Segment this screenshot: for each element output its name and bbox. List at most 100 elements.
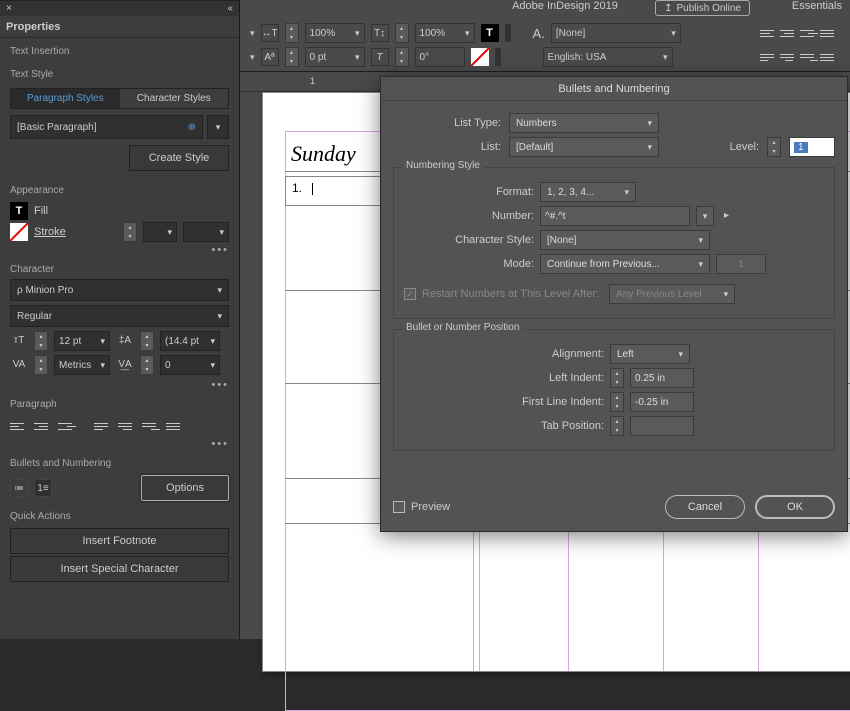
list-type-select[interactable]: Numbers [509, 113, 659, 133]
format-select[interactable]: 1, 2, 3, 4... [540, 182, 636, 202]
stroke-swatch[interactable] [10, 223, 28, 241]
dropdown-icon[interactable] [250, 51, 255, 63]
p-align-right[interactable] [58, 418, 76, 434]
dropdown-icon[interactable] [250, 27, 255, 39]
appearance-more-icon[interactable]: ••• [0, 244, 239, 256]
tracking-stepper[interactable]: ▴▾ [140, 355, 154, 375]
kerning-select[interactable]: Metrics [54, 355, 110, 375]
kerning-icon: VA [10, 355, 28, 373]
leading-icon: ‡A [116, 331, 134, 349]
align-center-button[interactable] [780, 25, 798, 41]
align-left-button[interactable] [760, 25, 778, 41]
numbering-style-legend: Numbering Style [402, 160, 484, 171]
paragraph-align-group [756, 25, 842, 41]
baseline-stepper[interactable]: ▴▾ [285, 47, 299, 67]
stroke-weight-select[interactable] [143, 222, 177, 242]
panel-title: Properties [0, 16, 239, 38]
leading-stepper[interactable]: ▴▾ [140, 331, 154, 351]
first-line-indent-label: First Line Indent: [404, 396, 604, 408]
tab-position-input[interactable] [630, 416, 694, 436]
p-justify-center[interactable] [118, 418, 136, 434]
insert-special-char-button[interactable]: Insert Special Character [10, 556, 229, 582]
tracking-icon: V͟A [116, 355, 134, 373]
font-select[interactable]: ρ Minion Pro [10, 279, 229, 301]
swatch-pointer-icon [495, 48, 501, 66]
left-indent-input[interactable]: 0.25 in [630, 368, 694, 388]
panel-close-icon[interactable]: × « [0, 0, 239, 16]
cancel-button[interactable]: Cancel [665, 495, 745, 519]
language-select[interactable]: English: USA [543, 47, 673, 67]
number-input[interactable]: ^#.^t [540, 206, 690, 226]
text-fill-swatch[interactable]: T [481, 24, 499, 42]
character-more-icon[interactable]: ••• [0, 379, 239, 391]
kerning-stepper[interactable]: ▴▾ [34, 355, 48, 375]
options-button[interactable]: Options [141, 475, 229, 501]
stroke-label[interactable]: Stroke [34, 226, 66, 238]
workspace-switcher[interactable]: Essentials [792, 0, 842, 12]
charstyle-select[interactable]: [None] [551, 23, 681, 43]
ok-button[interactable]: OK [755, 495, 835, 519]
mode-select[interactable]: Continue from Previous... [540, 254, 710, 274]
new-style-icon[interactable]: ⊕ [188, 122, 196, 133]
leading-select[interactable]: (14.4 pt [160, 331, 220, 351]
p-justify-all[interactable] [166, 418, 184, 434]
first-line-indent-stepper[interactable]: ▴▾ [610, 392, 624, 412]
stroke-weight-stepper[interactable]: ▴▾ [123, 222, 137, 242]
kerning-value: Metrics [59, 360, 91, 371]
justify-right-button[interactable] [800, 49, 818, 65]
zoom2-stepper[interactable]: ▴▾ [395, 23, 409, 43]
baseline-shift-icon: Aª [261, 48, 279, 66]
number-label: Number: [404, 210, 534, 222]
size-value: 12 pt [59, 336, 81, 347]
position-legend: Bullet or Number Position [402, 322, 523, 333]
stroke-type-select[interactable] [183, 222, 229, 242]
tab-position-stepper[interactable]: ▴▾ [610, 416, 624, 436]
publish-online-label: Publish Online [677, 3, 741, 14]
weight-select[interactable]: Regular [10, 305, 229, 327]
tab-paragraph-styles[interactable]: Paragraph Styles [11, 89, 120, 108]
size-select[interactable]: 12 pt [54, 331, 110, 351]
preview-checkbox[interactable] [393, 501, 405, 513]
charstyle-select[interactable]: [None] [540, 230, 710, 250]
left-indent-stepper[interactable]: ▴▾ [610, 368, 624, 388]
level-stepper[interactable]: ▴▾ [767, 137, 781, 157]
publish-online-button[interactable]: ↥Publish Online [655, 0, 750, 16]
size-stepper[interactable]: ▴▾ [34, 331, 48, 351]
list-select[interactable]: [Default] [509, 137, 659, 157]
tracking-value: 0 [165, 360, 171, 371]
tracking-select[interactable]: 0 [160, 355, 220, 375]
paragraph-style-select[interactable]: [Basic Paragraph] ⊕ [10, 115, 203, 139]
level-input[interactable]: 1 [789, 137, 835, 157]
alignment-label: Alignment: [404, 348, 604, 360]
alignment-select[interactable]: Left [610, 344, 690, 364]
align-justify-button[interactable] [820, 25, 838, 41]
zoom1-stepper[interactable]: ▴▾ [285, 23, 299, 43]
p-align-left[interactable] [10, 418, 28, 434]
align-right-button[interactable] [800, 25, 818, 41]
p-align-center[interactable] [34, 418, 52, 434]
baseline-select[interactable]: 0 pt [305, 47, 365, 67]
p-justify-left[interactable] [94, 418, 112, 434]
app-title: Adobe InDesign 2019 [280, 0, 850, 18]
skew-stepper[interactable]: ▴▾ [395, 47, 409, 67]
number-menu-button[interactable] [696, 206, 714, 226]
justify-center-button[interactable] [780, 49, 798, 65]
justify-left-button[interactable] [760, 49, 778, 65]
fill-swatch[interactable]: T [10, 202, 28, 220]
skew-value[interactable]: 0° [415, 47, 465, 67]
insert-metachar-icon[interactable]: ▸ [724, 210, 736, 222]
list-value: [Default] [516, 142, 553, 153]
text-stroke-swatch[interactable] [471, 48, 489, 66]
create-style-button[interactable]: Create Style [129, 145, 229, 171]
zoom1-select[interactable]: 100% [305, 23, 365, 43]
first-line-indent-input[interactable]: -0.25 in [630, 392, 694, 412]
justify-all-button[interactable] [820, 49, 838, 65]
p-justify-right[interactable] [142, 418, 160, 434]
bulleted-list-button[interactable]: ≔ [10, 479, 28, 497]
zoom2-select[interactable]: 100% [415, 23, 475, 43]
paragraph-style-chevron[interactable] [207, 115, 229, 139]
tab-character-styles[interactable]: Character Styles [120, 89, 229, 108]
paragraph-more-icon[interactable]: ••• [0, 438, 239, 450]
insert-footnote-button[interactable]: Insert Footnote [10, 528, 229, 554]
numbered-list-button[interactable]: 1≡ [34, 479, 52, 497]
